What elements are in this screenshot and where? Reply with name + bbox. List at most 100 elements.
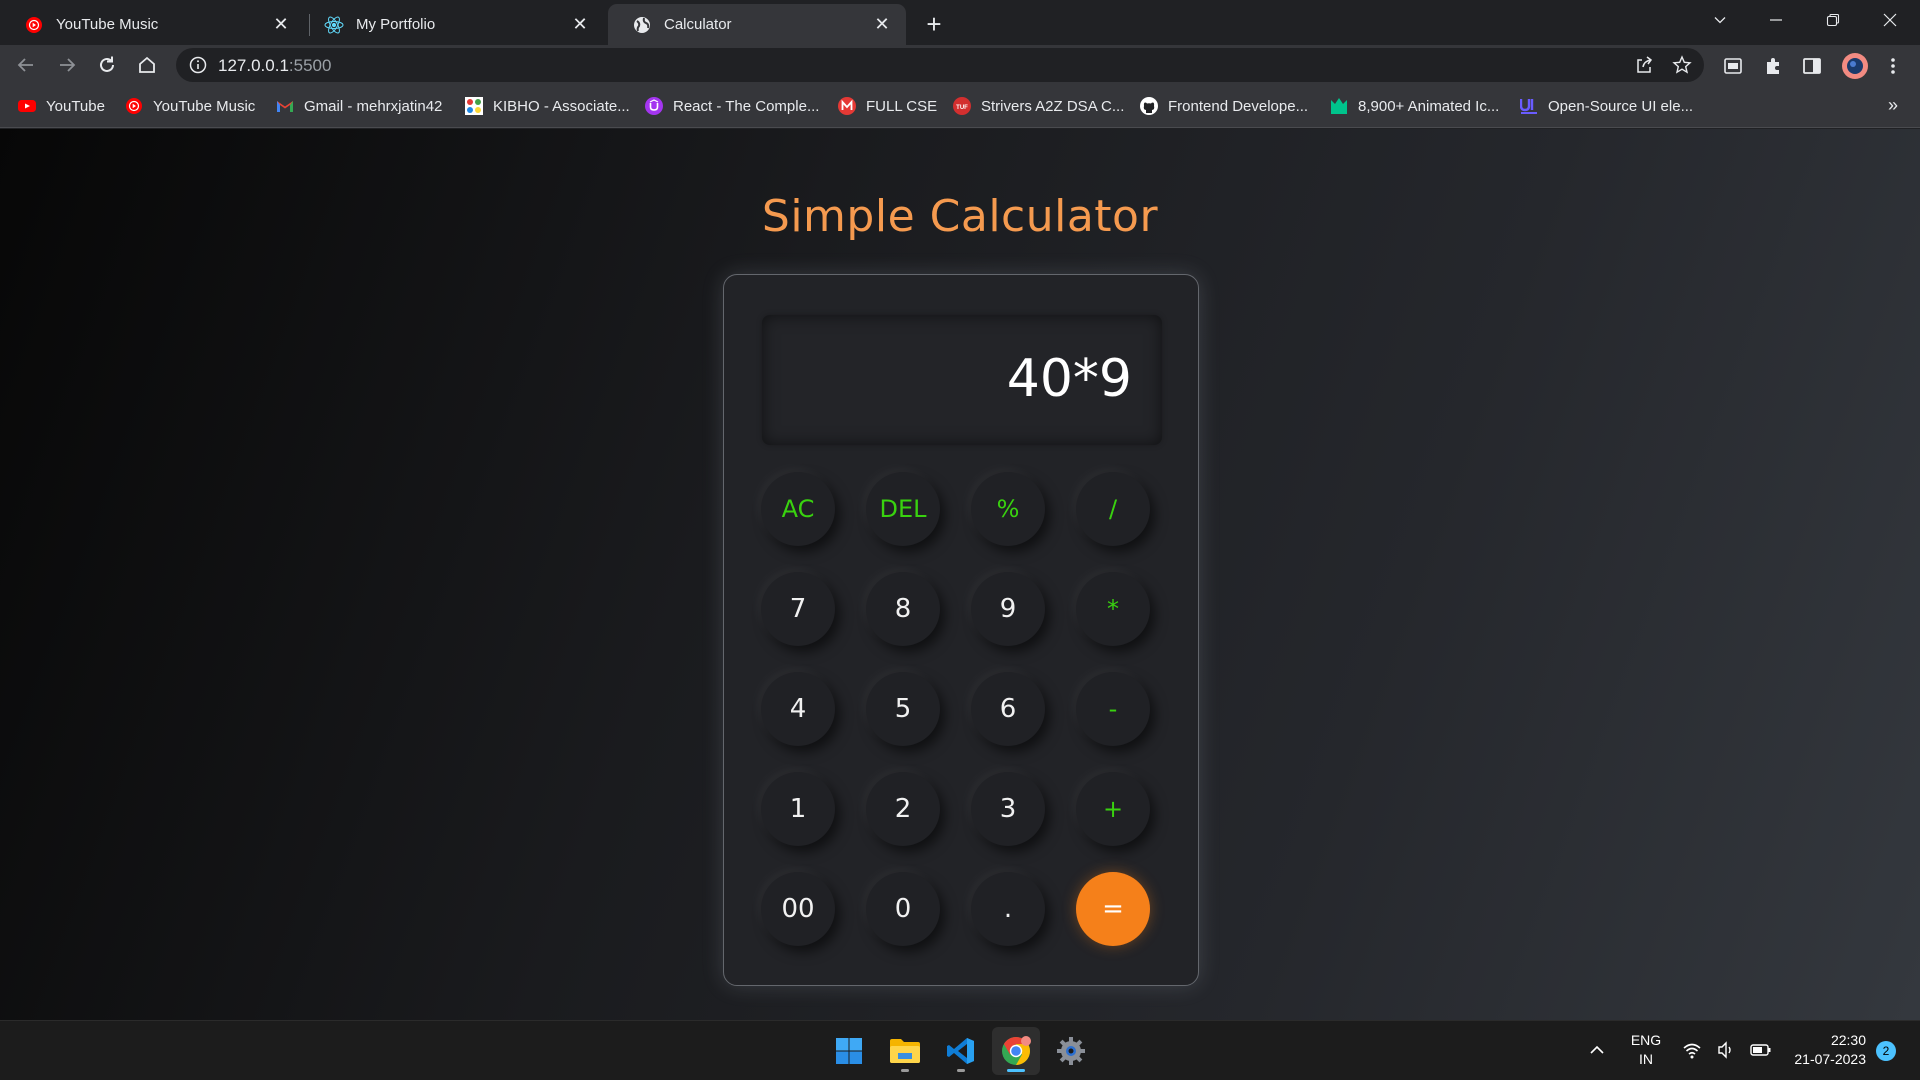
new-tab-button[interactable]: + <box>918 8 950 40</box>
key-0[interactable]: 0 <box>866 872 940 946</box>
chevron-down-icon <box>1714 17 1726 24</box>
reload-button[interactable] <box>91 49 123 81</box>
key-6[interactable]: 6 <box>971 672 1045 746</box>
key-8[interactable]: 8 <box>866 572 940 646</box>
arrow-left-icon <box>17 58 33 72</box>
back-button[interactable] <box>10 49 42 81</box>
bookmark-label: YouTube <box>46 97 105 115</box>
restore-button[interactable] <box>1805 0 1861 40</box>
profile-avatar[interactable] <box>1840 51 1870 81</box>
close-icon[interactable]: ✕ <box>872 14 892 35</box>
share-icon[interactable] <box>1634 55 1654 75</box>
calculator-display: 40*9 <box>762 315 1162 445</box>
youtube-music-icon <box>24 15 44 35</box>
key-ac[interactable]: AC <box>761 472 835 546</box>
key-1[interactable]: 1 <box>761 772 835 846</box>
bookmark-kibho[interactable]: KIBHO - Associate... <box>465 95 630 117</box>
more-bookmarks-button[interactable]: » <box>1888 95 1898 116</box>
running-indicator <box>901 1069 909 1072</box>
tab-calculator[interactable]: Calculator ✕ <box>608 4 906 45</box>
bookmark-full-cse[interactable]: FULL CSE <box>838 95 937 117</box>
tab-search-button[interactable] <box>1692 0 1748 40</box>
url-port: :5500 <box>288 56 332 75</box>
minimize-button[interactable] <box>1748 0 1804 40</box>
tab-strip: YouTube Music ✕ My Portfolio ✕ Calculato… <box>0 0 1920 45</box>
vscode-button[interactable] <box>937 1027 985 1075</box>
star-icon[interactable] <box>1672 55 1692 75</box>
youtube-music-icon <box>125 97 143 115</box>
close-window-button[interactable] <box>1862 0 1918 40</box>
key-add[interactable]: + <box>1076 772 1150 846</box>
bookmark-label: Open-Source UI ele... <box>1548 97 1694 115</box>
page-title: Simple Calculator <box>761 191 1159 242</box>
key-divide[interactable]: / <box>1076 472 1150 546</box>
key-percent[interactable]: % <box>971 472 1045 546</box>
clock-date: 21-07-2023 <box>1794 1051 1866 1067</box>
active-indicator <box>1007 1069 1025 1072</box>
bookmark-youtube-music[interactable]: YouTube Music <box>125 95 255 117</box>
clock[interactable]: 22:30 21-07-2023 <box>1776 1031 1866 1069</box>
key-00[interactable]: 00 <box>761 872 835 946</box>
key-4[interactable]: 4 <box>761 672 835 746</box>
bookmark-gmail[interactable]: Gmail - mehrxjatin42 <box>276 95 442 117</box>
kibho-icon <box>465 97 483 115</box>
bookmark-label: Strivers A2Z DSA C... <box>981 97 1125 115</box>
home-button[interactable] <box>131 49 163 81</box>
file-explorer-button[interactable] <box>881 1027 929 1075</box>
tab-my-portfolio[interactable]: My Portfolio ✕ <box>300 4 604 45</box>
notification-badge[interactable]: 2 <box>1876 1041 1896 1061</box>
show-hidden-icons-button[interactable] <box>1586 1039 1608 1066</box>
bookmark-label: React - The Comple... <box>673 97 820 115</box>
bookmark-label: Gmail - mehrxjatin42 <box>304 97 443 115</box>
settings-button[interactable] <box>1047 1027 1095 1075</box>
bookmark-youtube[interactable]: YouTube <box>18 95 105 117</box>
key-decimal[interactable]: . <box>971 872 1045 946</box>
key-3[interactable]: 3 <box>971 772 1045 846</box>
display-value: 40*9 <box>1006 349 1132 409</box>
close-icon[interactable]: ✕ <box>271 14 291 35</box>
close-icon[interactable]: ✕ <box>570 14 590 35</box>
key-equals[interactable]: = <box>1076 872 1150 946</box>
chrome-button[interactable] <box>992 1027 1040 1075</box>
bookmark-animated-icons[interactable]: 8,900+ Animated Ic... <box>1330 95 1499 117</box>
tab-title: YouTube Music <box>56 16 159 33</box>
kebab-menu-icon[interactable] <box>1882 55 1904 77</box>
url-text: 127.0.0.1:5500 <box>218 56 331 76</box>
windows-start-icon <box>836 1038 862 1064</box>
language-indicator[interactable]: ENG IN <box>1622 1031 1670 1069</box>
address-bar[interactable]: 127.0.0.1:5500 <box>176 48 1704 82</box>
svg-text:TUF: TUF <box>956 105 968 111</box>
bookmark-label: YouTube Music <box>153 97 256 115</box>
tuf-icon: TUF <box>953 97 971 115</box>
clock-time: 22:30 <box>1830 1032 1866 1048</box>
picture-in-picture-icon[interactable] <box>1722 55 1744 77</box>
key-5[interactable]: 5 <box>866 672 940 746</box>
bookmark-strivers[interactable]: TUF Strivers A2Z DSA C... <box>953 95 1124 117</box>
tab-youtube-music[interactable]: YouTube Music ✕ <box>0 4 305 45</box>
key-7[interactable]: 7 <box>761 572 835 646</box>
reload-icon <box>100 56 114 72</box>
bookmark-open-source-ui[interactable]: Open-Source UI ele... <box>1520 95 1693 117</box>
info-icon[interactable] <box>188 55 208 75</box>
chevron-up-icon <box>1590 1045 1604 1054</box>
running-indicator <box>957 1069 965 1072</box>
key-subtract[interactable]: - <box>1076 672 1150 746</box>
bookmark-frontend-developer[interactable]: Frontend Develope... <box>1140 95 1308 117</box>
forward-button[interactable] <box>51 49 83 81</box>
system-tray[interactable] <box>1682 1040 1772 1060</box>
battery-icon <box>1750 1044 1771 1056</box>
tab-title: Calculator <box>664 16 732 33</box>
side-panel-icon[interactable] <box>1801 55 1823 77</box>
extensions-icon[interactable] <box>1762 55 1784 77</box>
animated-icons-icon <box>1330 97 1348 115</box>
key-del[interactable]: DEL <box>866 472 940 546</box>
key-2[interactable]: 2 <box>866 772 940 846</box>
page-viewport: Simple Calculator 40*9 AC DEL% / 7 8 9 * 4 5 6- 1 2… <box>0 129 1920 1020</box>
restore-icon <box>1826 13 1840 27</box>
gmail-icon <box>276 97 294 115</box>
start-button[interactable] <box>825 1027 873 1075</box>
key-9[interactable]: 9 <box>971 572 1045 646</box>
bookmark-react-course[interactable]: React - The Comple... <box>645 95 819 117</box>
key-multiply[interactable]: * <box>1076 572 1150 646</box>
language-code: ENG <box>1630 1032 1662 1048</box>
